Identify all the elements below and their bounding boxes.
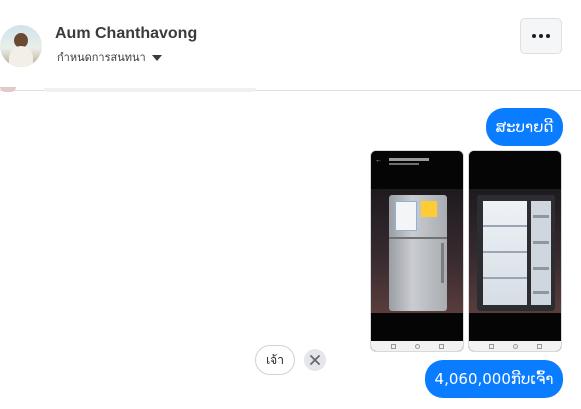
more-options-button[interactable] xyxy=(520,18,562,54)
conversation-header: Aum Chanthavong กำหนดการสนทนา xyxy=(0,0,581,91)
fridge-door xyxy=(531,201,551,305)
fridge-scene xyxy=(469,189,561,313)
fridge-scene xyxy=(371,189,463,313)
photo-top-bar xyxy=(469,151,561,189)
contact-name[interactable]: Aum Chanthavong xyxy=(55,25,197,43)
photo-attachment-fridge-open[interactable] xyxy=(468,150,562,352)
door-split xyxy=(389,237,447,239)
more-dot-icon xyxy=(546,34,550,38)
fridge-open-image xyxy=(477,195,555,311)
nav-recent-icon xyxy=(489,344,494,349)
sticker xyxy=(421,201,437,217)
dismiss-quick-replies-button[interactable] xyxy=(304,349,326,371)
contact-avatar[interactable] xyxy=(0,25,42,67)
nav-home-icon xyxy=(513,344,518,349)
door-bin xyxy=(533,267,549,270)
nav-home-icon xyxy=(415,344,420,349)
fridge-shelf xyxy=(483,277,527,279)
outgoing-message-greeting[interactable]: ສະບາຍດີ xyxy=(486,108,563,146)
nav-back-icon xyxy=(537,344,542,349)
photo-attachment-fridge-closed[interactable]: ← xyxy=(370,150,464,352)
more-dot-icon xyxy=(532,34,536,38)
back-arrow-icon: ← xyxy=(375,157,382,164)
door-bin xyxy=(533,241,549,244)
fridge-interior xyxy=(483,201,527,305)
conversation-menu[interactable]: กำหนดการสนทนา xyxy=(57,48,162,66)
fridge-closed-image xyxy=(389,195,447,311)
fridge-handle xyxy=(441,243,444,283)
photo-top-bar: ← xyxy=(371,151,463,189)
photo-bottom-bar xyxy=(371,313,463,341)
photo-nav-bar xyxy=(371,341,463,351)
outgoing-message-price[interactable]: 4,060,000ກີບເຈົ້າ xyxy=(425,360,563,398)
fridge-shelf xyxy=(483,225,527,227)
previous-message-avatar-edge xyxy=(0,87,16,92)
nav-back-icon xyxy=(439,344,444,349)
photo-caption-line xyxy=(389,158,429,161)
previous-message-edge xyxy=(44,88,256,92)
conversation-menu-label: กำหนดการสนทนา xyxy=(57,51,146,64)
photo-caption-line xyxy=(389,163,419,165)
nav-recent-icon xyxy=(391,344,396,349)
quick-reply-chip[interactable]: เจ้า xyxy=(255,345,295,375)
fridge-shelf xyxy=(483,251,527,253)
door-bin xyxy=(533,215,549,218)
door-bin xyxy=(533,291,549,294)
energy-label xyxy=(395,201,417,231)
close-icon xyxy=(310,355,320,365)
photo-nav-bar xyxy=(469,341,561,351)
avatar-body xyxy=(9,46,33,67)
more-dot-icon xyxy=(539,34,543,38)
caret-down-icon xyxy=(151,55,162,61)
photo-bottom-bar xyxy=(469,313,561,341)
